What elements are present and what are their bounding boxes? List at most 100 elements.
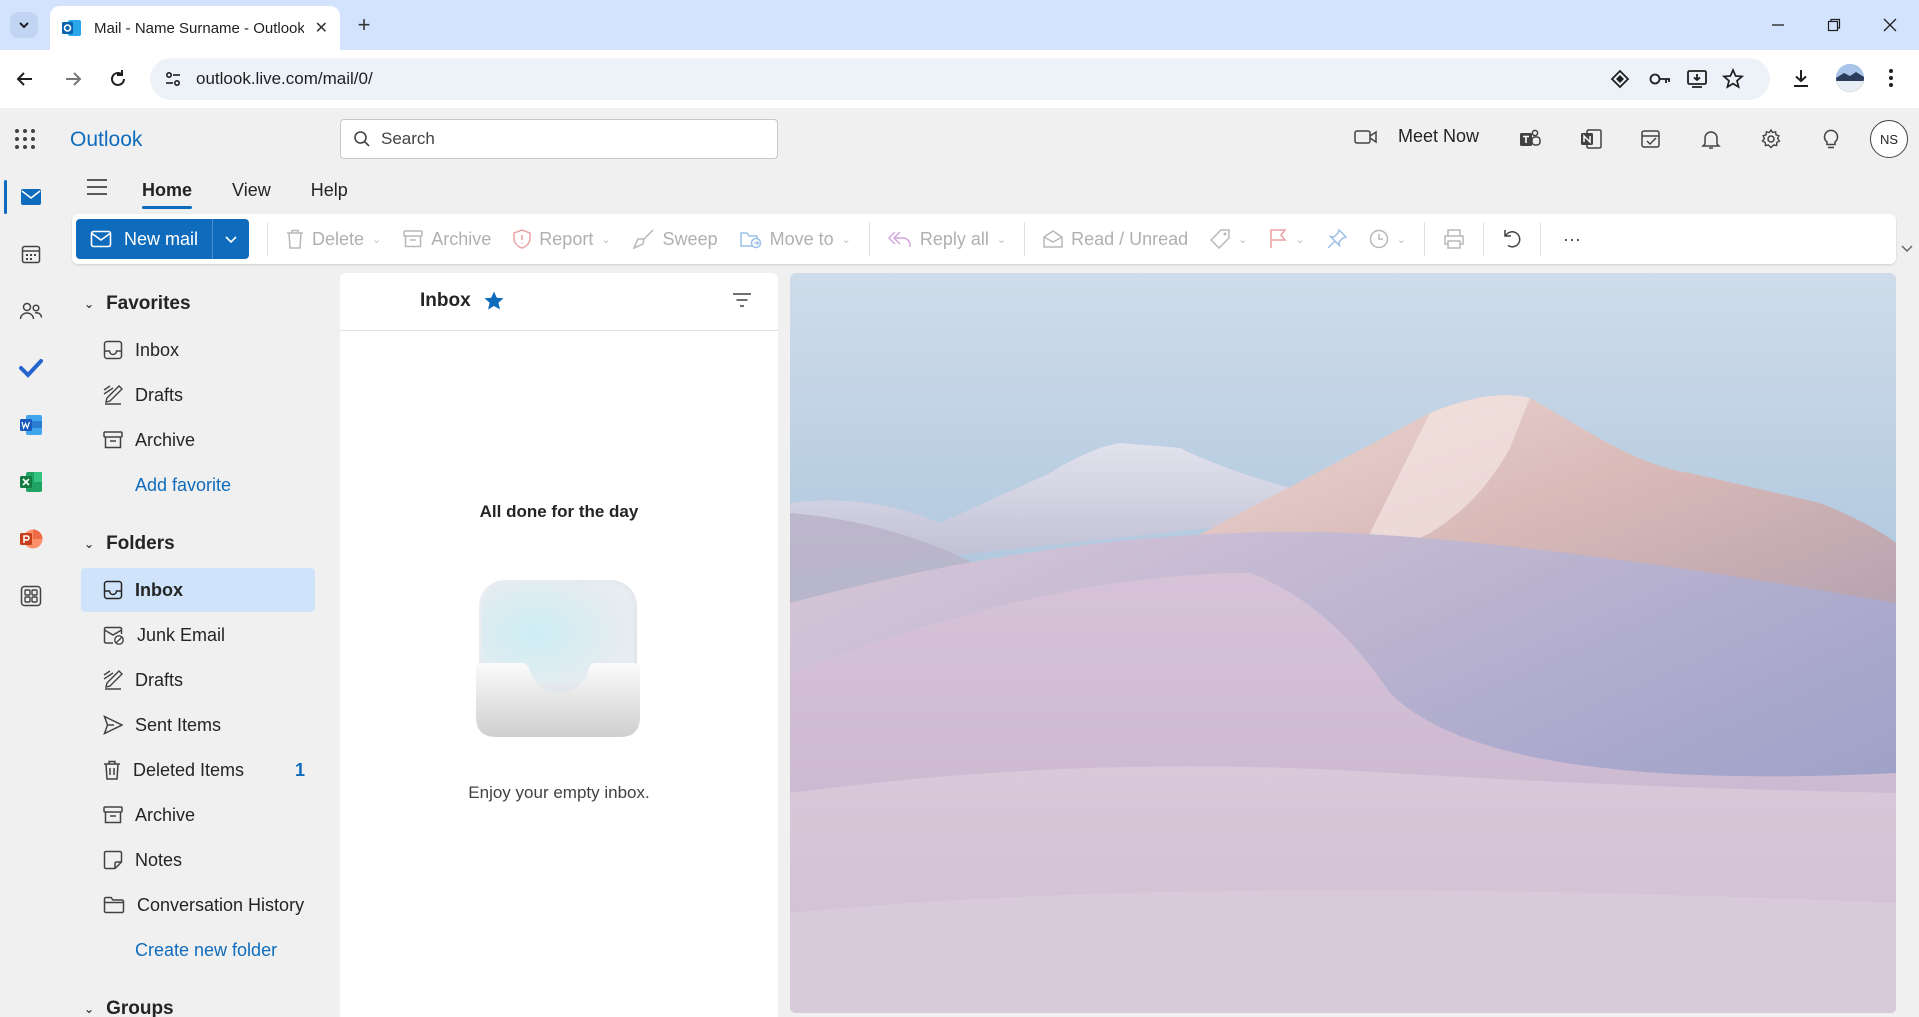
new-mail-dropdown[interactable] — [213, 219, 249, 259]
address-bar[interactable]: outlook.live.com/mail/0/ — [150, 58, 1770, 100]
read-unread-button[interactable]: Read / Unread — [1043, 229, 1188, 250]
folder-sent-items[interactable]: Sent Items — [81, 703, 315, 747]
todo-check-icon — [19, 358, 43, 378]
teams-button[interactable] — [1515, 124, 1545, 154]
categorize-button[interactable]: ⌄ — [1210, 229, 1247, 249]
notifications-button[interactable] — [1696, 124, 1726, 154]
rail-excel[interactable] — [14, 465, 48, 499]
clock-icon — [1369, 229, 1389, 249]
delete-button[interactable]: Delete ⌄ — [286, 229, 381, 250]
rail-more-apps[interactable] — [14, 579, 48, 613]
archive-label: Archive — [431, 229, 491, 250]
sweep-button[interactable]: Sweep — [633, 229, 718, 250]
outlook-header — [0, 108, 1919, 170]
browser-menu-button[interactable] — [1888, 68, 1894, 88]
profile-avatar[interactable] — [1836, 64, 1864, 92]
restore-button[interactable] — [1814, 10, 1854, 40]
favorite-archive-label: Archive — [135, 430, 195, 451]
new-tab-button[interactable]: + — [350, 12, 378, 38]
tab-search-button[interactable] — [10, 12, 38, 38]
folder-drafts[interactable]: Drafts — [81, 658, 315, 702]
drafts-pencil-icon — [103, 670, 123, 690]
report-button[interactable]: Report ⌄ — [513, 229, 610, 250]
bookmark-star-icon[interactable] — [1722, 68, 1744, 90]
forward-button[interactable] — [62, 68, 84, 90]
groups-header[interactable]: ⌄ Groups — [84, 998, 174, 1017]
reload-button[interactable] — [107, 68, 129, 90]
rail-people[interactable] — [14, 294, 48, 328]
flag-button[interactable]: ⌄ — [1269, 229, 1304, 249]
account-avatar[interactable]: NS — [1870, 120, 1908, 158]
filter-button[interactable] — [732, 292, 752, 308]
undo-button[interactable] — [1502, 229, 1522, 249]
onenote-button[interactable] — [1576, 124, 1606, 154]
search-icon — [353, 130, 371, 148]
my-day-button[interactable] — [1636, 124, 1666, 154]
tab-help[interactable]: Help — [311, 174, 348, 207]
settings-button[interactable] — [1756, 124, 1786, 154]
back-button[interactable] — [14, 68, 36, 90]
close-tab-icon[interactable]: ✕ — [315, 18, 328, 38]
tab-home[interactable]: Home — [142, 174, 192, 207]
profile-picture-icon — [1836, 64, 1864, 92]
rail-powerpoint[interactable] — [14, 522, 48, 556]
reply-all-button[interactable]: Reply all ⌄ — [888, 229, 1006, 250]
folders-header[interactable]: ⌄ Folders — [84, 533, 175, 555]
site-info-icon[interactable] — [164, 70, 182, 88]
tips-button[interactable] — [1816, 124, 1846, 154]
snooze-button[interactable]: ⌄ — [1369, 229, 1406, 249]
trash-icon — [103, 760, 121, 780]
create-new-folder-link[interactable]: Create new folder — [135, 940, 277, 961]
favorites-label: Favorites — [106, 293, 190, 315]
more-options-button[interactable]: ··· — [1563, 229, 1581, 250]
chevron-down-icon — [17, 18, 31, 32]
print-button[interactable] — [1443, 229, 1465, 249]
favorites-header[interactable]: ⌄ Favorites — [84, 293, 191, 315]
folder-junk-email[interactable]: Junk Email — [81, 613, 315, 657]
mail-read-icon — [1043, 230, 1063, 248]
nav-toggle-button[interactable] — [86, 178, 108, 196]
add-favorite-link[interactable]: Add favorite — [135, 475, 231, 496]
meet-now-label: Meet Now — [1398, 126, 1479, 147]
move-to-button[interactable]: Move to ⌄ — [740, 229, 851, 250]
archive-button[interactable]: Archive — [403, 229, 491, 250]
restore-icon — [1827, 18, 1841, 32]
favorite-drafts[interactable]: Drafts — [81, 373, 315, 417]
mail-icon — [20, 188, 42, 206]
reply-all-icon — [888, 230, 912, 248]
word-icon — [19, 414, 43, 436]
browser-tab-active[interactable]: Mail - Name Surname - Outlook ✕ — [50, 6, 340, 50]
favorite-inbox[interactable]: Inbox — [81, 328, 315, 372]
folder-archive[interactable]: Archive — [81, 793, 315, 837]
install-app-icon[interactable] — [1686, 68, 1708, 90]
new-mail-button[interactable]: New mail — [76, 219, 213, 259]
tab-view[interactable]: View — [232, 174, 271, 207]
rail-todo[interactable] — [14, 351, 48, 385]
downloads-button[interactable] — [1790, 67, 1812, 89]
meet-now-button[interactable]: Meet Now — [1354, 126, 1479, 147]
close-window-button[interactable] — [1870, 10, 1910, 40]
folder-inbox[interactable]: Inbox — [81, 568, 315, 612]
printer-icon — [1443, 229, 1465, 249]
rail-mail[interactable] — [14, 180, 48, 214]
folder-notes[interactable]: Notes — [81, 838, 315, 882]
star-filled-icon[interactable] — [483, 290, 505, 312]
ribbon-separator — [1024, 222, 1025, 256]
search-box[interactable]: Search — [340, 119, 778, 159]
ribbon-expand-button[interactable] — [1900, 244, 1914, 254]
password-key-icon[interactable] — [1648, 69, 1672, 89]
minimize-button[interactable] — [1758, 10, 1798, 40]
rail-word[interactable] — [14, 408, 48, 442]
rail-calendar[interactable] — [14, 237, 48, 271]
undo-icon — [1502, 229, 1522, 249]
favorite-archive[interactable]: Archive — [81, 418, 315, 462]
filter-icon — [732, 292, 752, 308]
extension-icon[interactable] — [1610, 69, 1630, 89]
arrow-right-icon — [62, 68, 84, 90]
chevron-down-icon — [224, 232, 238, 246]
folder-conversation-history[interactable]: Conversation History — [81, 883, 315, 927]
pin-button[interactable] — [1327, 229, 1347, 249]
app-launcher-button[interactable] — [14, 128, 36, 150]
folder-deleted-items[interactable]: Deleted Items 1 — [81, 748, 315, 792]
outlook-brand[interactable]: Outlook — [70, 128, 142, 152]
